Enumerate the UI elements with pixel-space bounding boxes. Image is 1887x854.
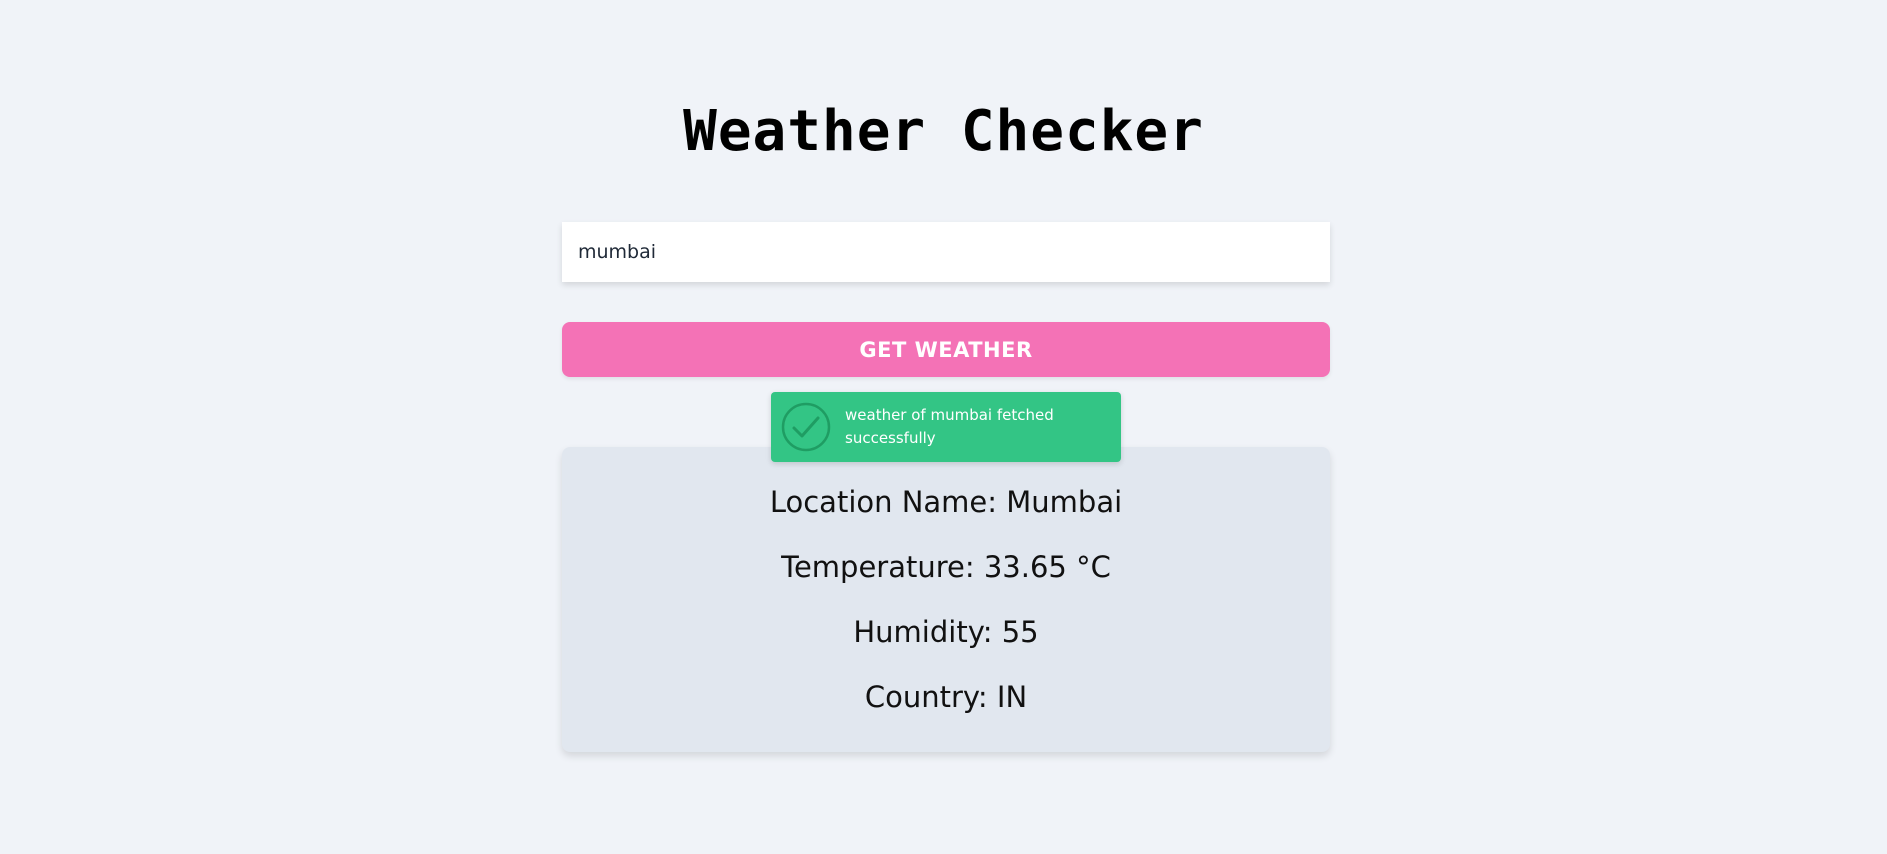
weather-checker-page: Weather Checker GET WEATHER Location Nam…	[0, 0, 1887, 854]
humidity: Humidity: 55	[853, 615, 1039, 649]
location-name: Location Name: Mumbai	[769, 485, 1123, 519]
city-input[interactable]	[562, 222, 1330, 282]
temperature: Temperature: 33.65 °C	[781, 550, 1111, 584]
weather-result-card: Location Name: Mumbai Temperature: 33.65…	[562, 447, 1330, 752]
check-circle-icon	[781, 402, 831, 452]
country: Country: IN	[864, 680, 1028, 714]
get-weather-button[interactable]: GET WEATHER	[562, 322, 1330, 377]
page-title: Weather Checker	[683, 99, 1204, 164]
success-toast[interactable]: weather of mumbai fetched successfully	[771, 392, 1121, 462]
toast-message: weather of mumbai fetched successfully	[845, 406, 1054, 447]
